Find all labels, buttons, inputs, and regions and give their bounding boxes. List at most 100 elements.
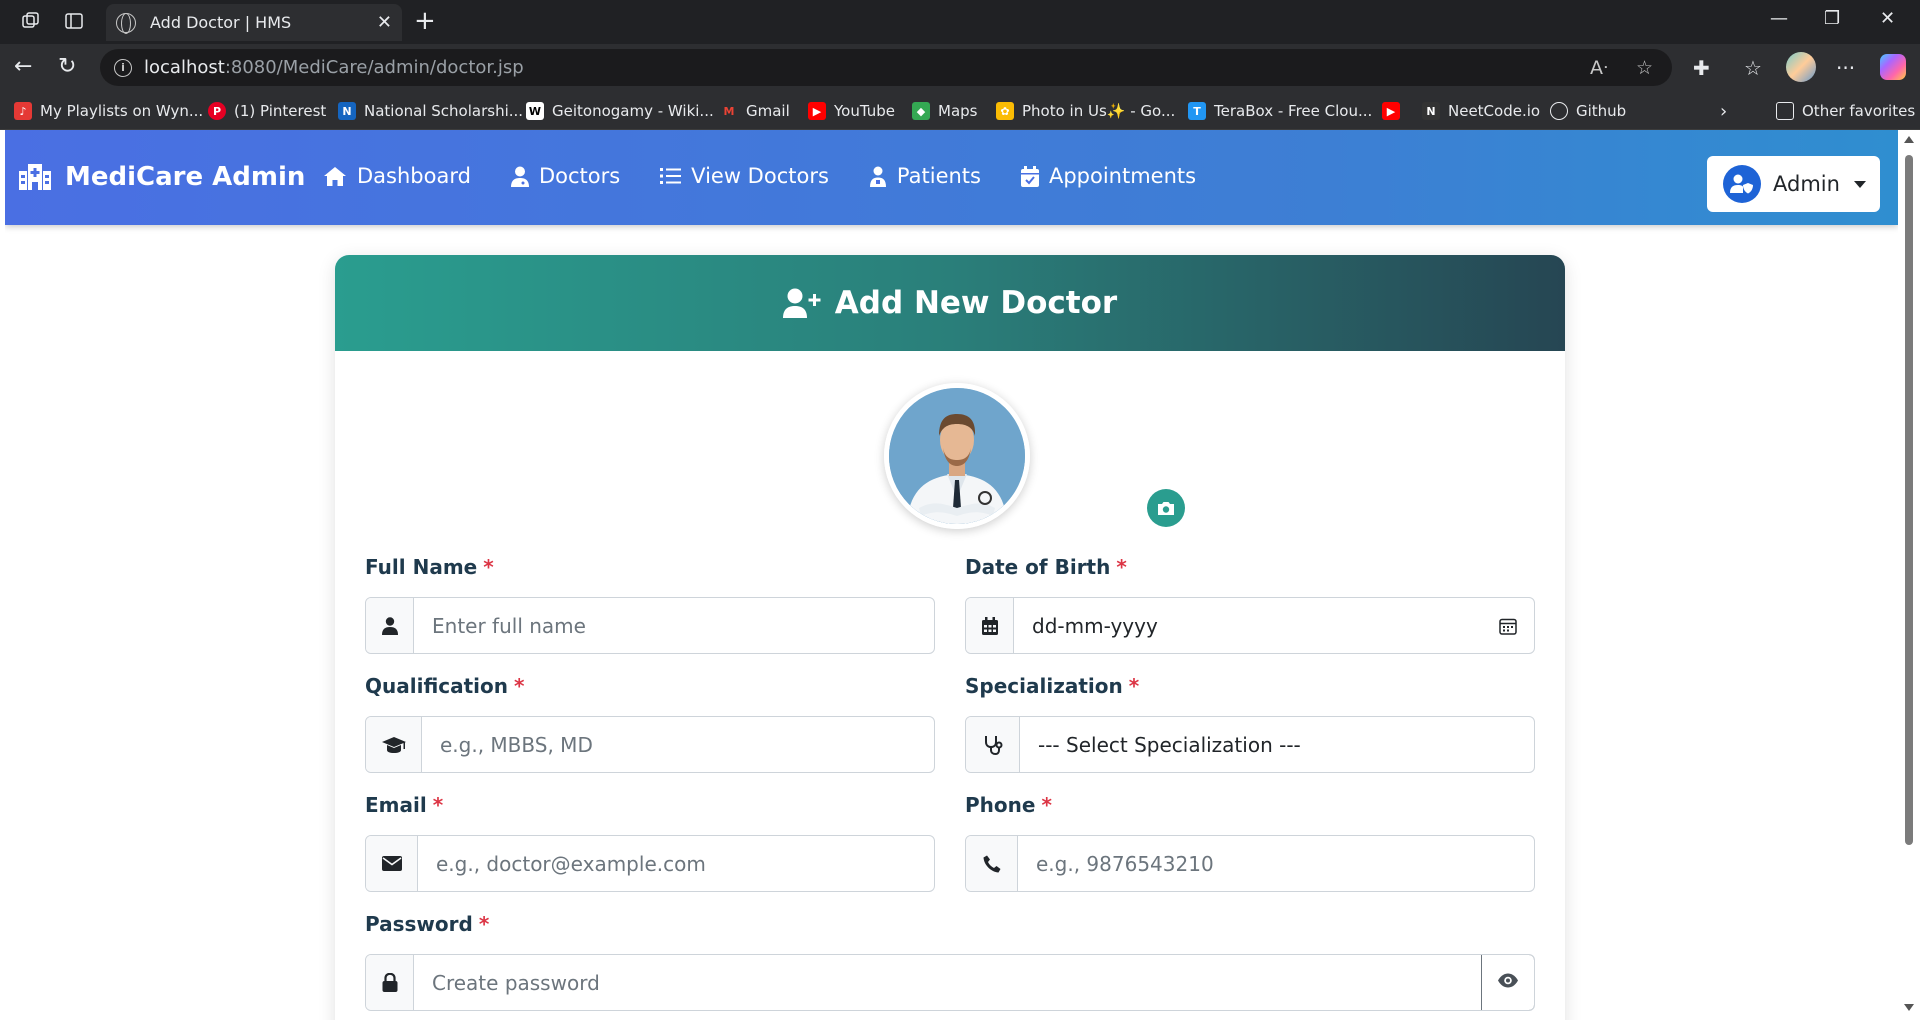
camera-icon[interactable]: [1147, 489, 1185, 527]
user-doctor-icon: [510, 166, 529, 187]
bookmark-item[interactable]: ◆ Maps: [912, 99, 977, 123]
calendar-check-icon: [1020, 165, 1039, 187]
browser-chrome: Add Doctor | HMS ✕ + — ❐ ✕ ← ↻ i localho…: [0, 0, 1920, 130]
qualification-input[interactable]: e.g., MBBS, MD: [422, 717, 934, 772]
bookmark-item[interactable]: N National Scholarshi...: [338, 99, 523, 123]
card-header: Add New Doctor: [335, 255, 1565, 351]
email-input[interactable]: e.g., doctor@example.com: [418, 836, 934, 891]
bookmark-item[interactable]: M Gmail: [720, 99, 790, 123]
tab-title: Add Doctor | HMS: [150, 13, 292, 32]
eye-icon: [1497, 973, 1519, 992]
qualification-label: Qualification *: [365, 674, 525, 698]
more-menu-icon[interactable]: ···: [1836, 56, 1855, 80]
read-aloud-icon[interactable]: Aᐧ: [1590, 57, 1608, 79]
scroll-down-icon[interactable]: [1904, 1004, 1914, 1011]
doctor-photo-preview[interactable]: [884, 383, 1030, 529]
password-field: Create password: [365, 954, 1535, 1011]
bookmark-item[interactable]: T TeraBox - Free Clou...: [1188, 99, 1372, 123]
nav-dashboard[interactable]: Dashboard: [323, 164, 471, 188]
bookmark-item[interactable]: N NeetCode.io: [1422, 99, 1540, 123]
required-mark: *: [514, 674, 525, 698]
required-mark: *: [483, 555, 494, 579]
bookmark-favicon-icon: P: [208, 102, 226, 120]
doctor-photo-image: [889, 388, 1025, 524]
hospital-user-icon: [869, 166, 887, 187]
full-name-field: Enter full name: [365, 597, 935, 654]
vertical-tabs-icon[interactable]: [63, 10, 85, 32]
required-mark: *: [432, 793, 444, 817]
page-scrollbar[interactable]: [1898, 130, 1920, 1020]
password-input[interactable]: Create password: [414, 955, 1482, 1010]
toggle-password-button[interactable]: [1481, 955, 1534, 1010]
qualification-field: e.g., MBBS, MD: [365, 716, 935, 773]
date-picker-icon[interactable]: [1482, 598, 1534, 653]
restore-icon[interactable]: ❐: [1824, 8, 1840, 29]
nav-doctors-label: Doctors: [538, 164, 621, 188]
window-close-icon[interactable]: ✕: [1880, 8, 1895, 29]
close-tab-icon[interactable]: ✕: [377, 12, 392, 33]
scroll-up-icon[interactable]: [1904, 136, 1914, 143]
new-tab-button[interactable]: +: [414, 6, 436, 36]
user-shield-icon: [1723, 165, 1761, 203]
graduation-cap-icon: [366, 717, 422, 772]
nav-patients[interactable]: Patients: [869, 164, 981, 188]
home-icon: [323, 166, 347, 187]
omnibox[interactable]: i localhost:8080/MediCare/admin/doctor.j…: [100, 49, 1672, 86]
dob-field: dd-mm-yyyy: [965, 597, 1535, 654]
list-icon: [660, 167, 682, 185]
nav-doctors[interactable]: Doctors: [510, 164, 621, 188]
site-info-icon[interactable]: i: [114, 58, 132, 77]
bookmarks-overflow-icon[interactable]: ›: [1720, 99, 1727, 123]
favorites-icon[interactable]: ☆: [1744, 56, 1762, 80]
bookmark-item[interactable]: ♪ My Playlists on Wyn...: [14, 99, 203, 123]
scrollbar-thumb[interactable]: [1905, 155, 1913, 845]
brand[interactable]: MediCare Admin: [19, 162, 305, 192]
bookmark-item[interactable]: Github: [1550, 99, 1626, 123]
globe-icon: [1550, 102, 1568, 120]
password-label: Password *: [365, 912, 490, 936]
email-label: Email *: [365, 793, 444, 817]
bookmark-item[interactable]: ▶: [1382, 99, 1408, 123]
url-text[interactable]: localhost:8080/MediCare/admin/doctor.jsp: [144, 57, 524, 78]
favorite-star-icon[interactable]: ☆: [1636, 57, 1653, 79]
dob-input[interactable]: dd-mm-yyyy: [1014, 598, 1482, 653]
bookmark-favicon-icon: W: [526, 102, 544, 120]
required-mark: *: [1041, 793, 1052, 817]
add-doctor-card: Add New Doctor Full Name * Enter full nam: [335, 255, 1565, 1020]
other-favorites[interactable]: Other favorites: [1776, 99, 1915, 123]
full-name-input[interactable]: Enter full name: [414, 598, 934, 653]
extensions-icon[interactable]: ✚: [1693, 56, 1710, 80]
gmail-icon: M: [720, 102, 738, 120]
youtube-icon: ▶: [808, 102, 826, 120]
refresh-icon[interactable]: ↻: [58, 54, 76, 79]
minimize-icon[interactable]: —: [1770, 8, 1788, 29]
nav-patients-label: Patients: [896, 164, 981, 188]
stethoscope-icon: [966, 717, 1020, 772]
admin-dropdown-button[interactable]: Admin: [1707, 156, 1880, 212]
phone-input[interactable]: e.g., 9876543210: [1018, 836, 1534, 891]
address-bar-row: ← ↻ i localhost:8080/MediCare/admin/doct…: [0, 44, 1920, 92]
specialization-select[interactable]: --- Select Specialization ---: [1020, 717, 1534, 772]
back-icon[interactable]: ←: [14, 54, 32, 79]
workspaces-icon[interactable]: [20, 10, 42, 32]
brand-name: MediCare Admin: [65, 162, 306, 192]
page-viewport: MediCare Admin Dashboard Doctors View Do…: [5, 130, 1898, 1020]
active-tab[interactable]: Add Doctor | HMS ✕: [106, 4, 402, 41]
bookmark-item[interactable]: ▶ YouTube: [808, 99, 895, 123]
profile-avatar[interactable]: [1786, 52, 1816, 82]
nav-view-doctors[interactable]: View Doctors: [660, 164, 829, 188]
specialization-field: --- Select Specialization ---: [965, 716, 1535, 773]
lock-icon: [366, 955, 414, 1010]
specialization-label: Specialization *: [965, 674, 1140, 698]
copilot-icon[interactable]: [1880, 54, 1906, 80]
user-icon: [366, 598, 414, 653]
bookmark-item[interactable]: W Geitonogamy - Wiki...: [526, 99, 714, 123]
nav-view-doctors-label: View Doctors: [691, 164, 829, 188]
bookmark-item[interactable]: ✿ Photo in Us✨ - Go...: [996, 99, 1175, 123]
folder-icon: [1776, 102, 1794, 120]
terabox-icon: T: [1188, 102, 1206, 120]
nav-appointments[interactable]: Appointments: [1020, 164, 1196, 188]
required-mark: *: [1116, 555, 1127, 579]
bookmark-item[interactable]: P (1) Pinterest: [208, 99, 326, 123]
caret-down-icon: [1853, 180, 1866, 188]
